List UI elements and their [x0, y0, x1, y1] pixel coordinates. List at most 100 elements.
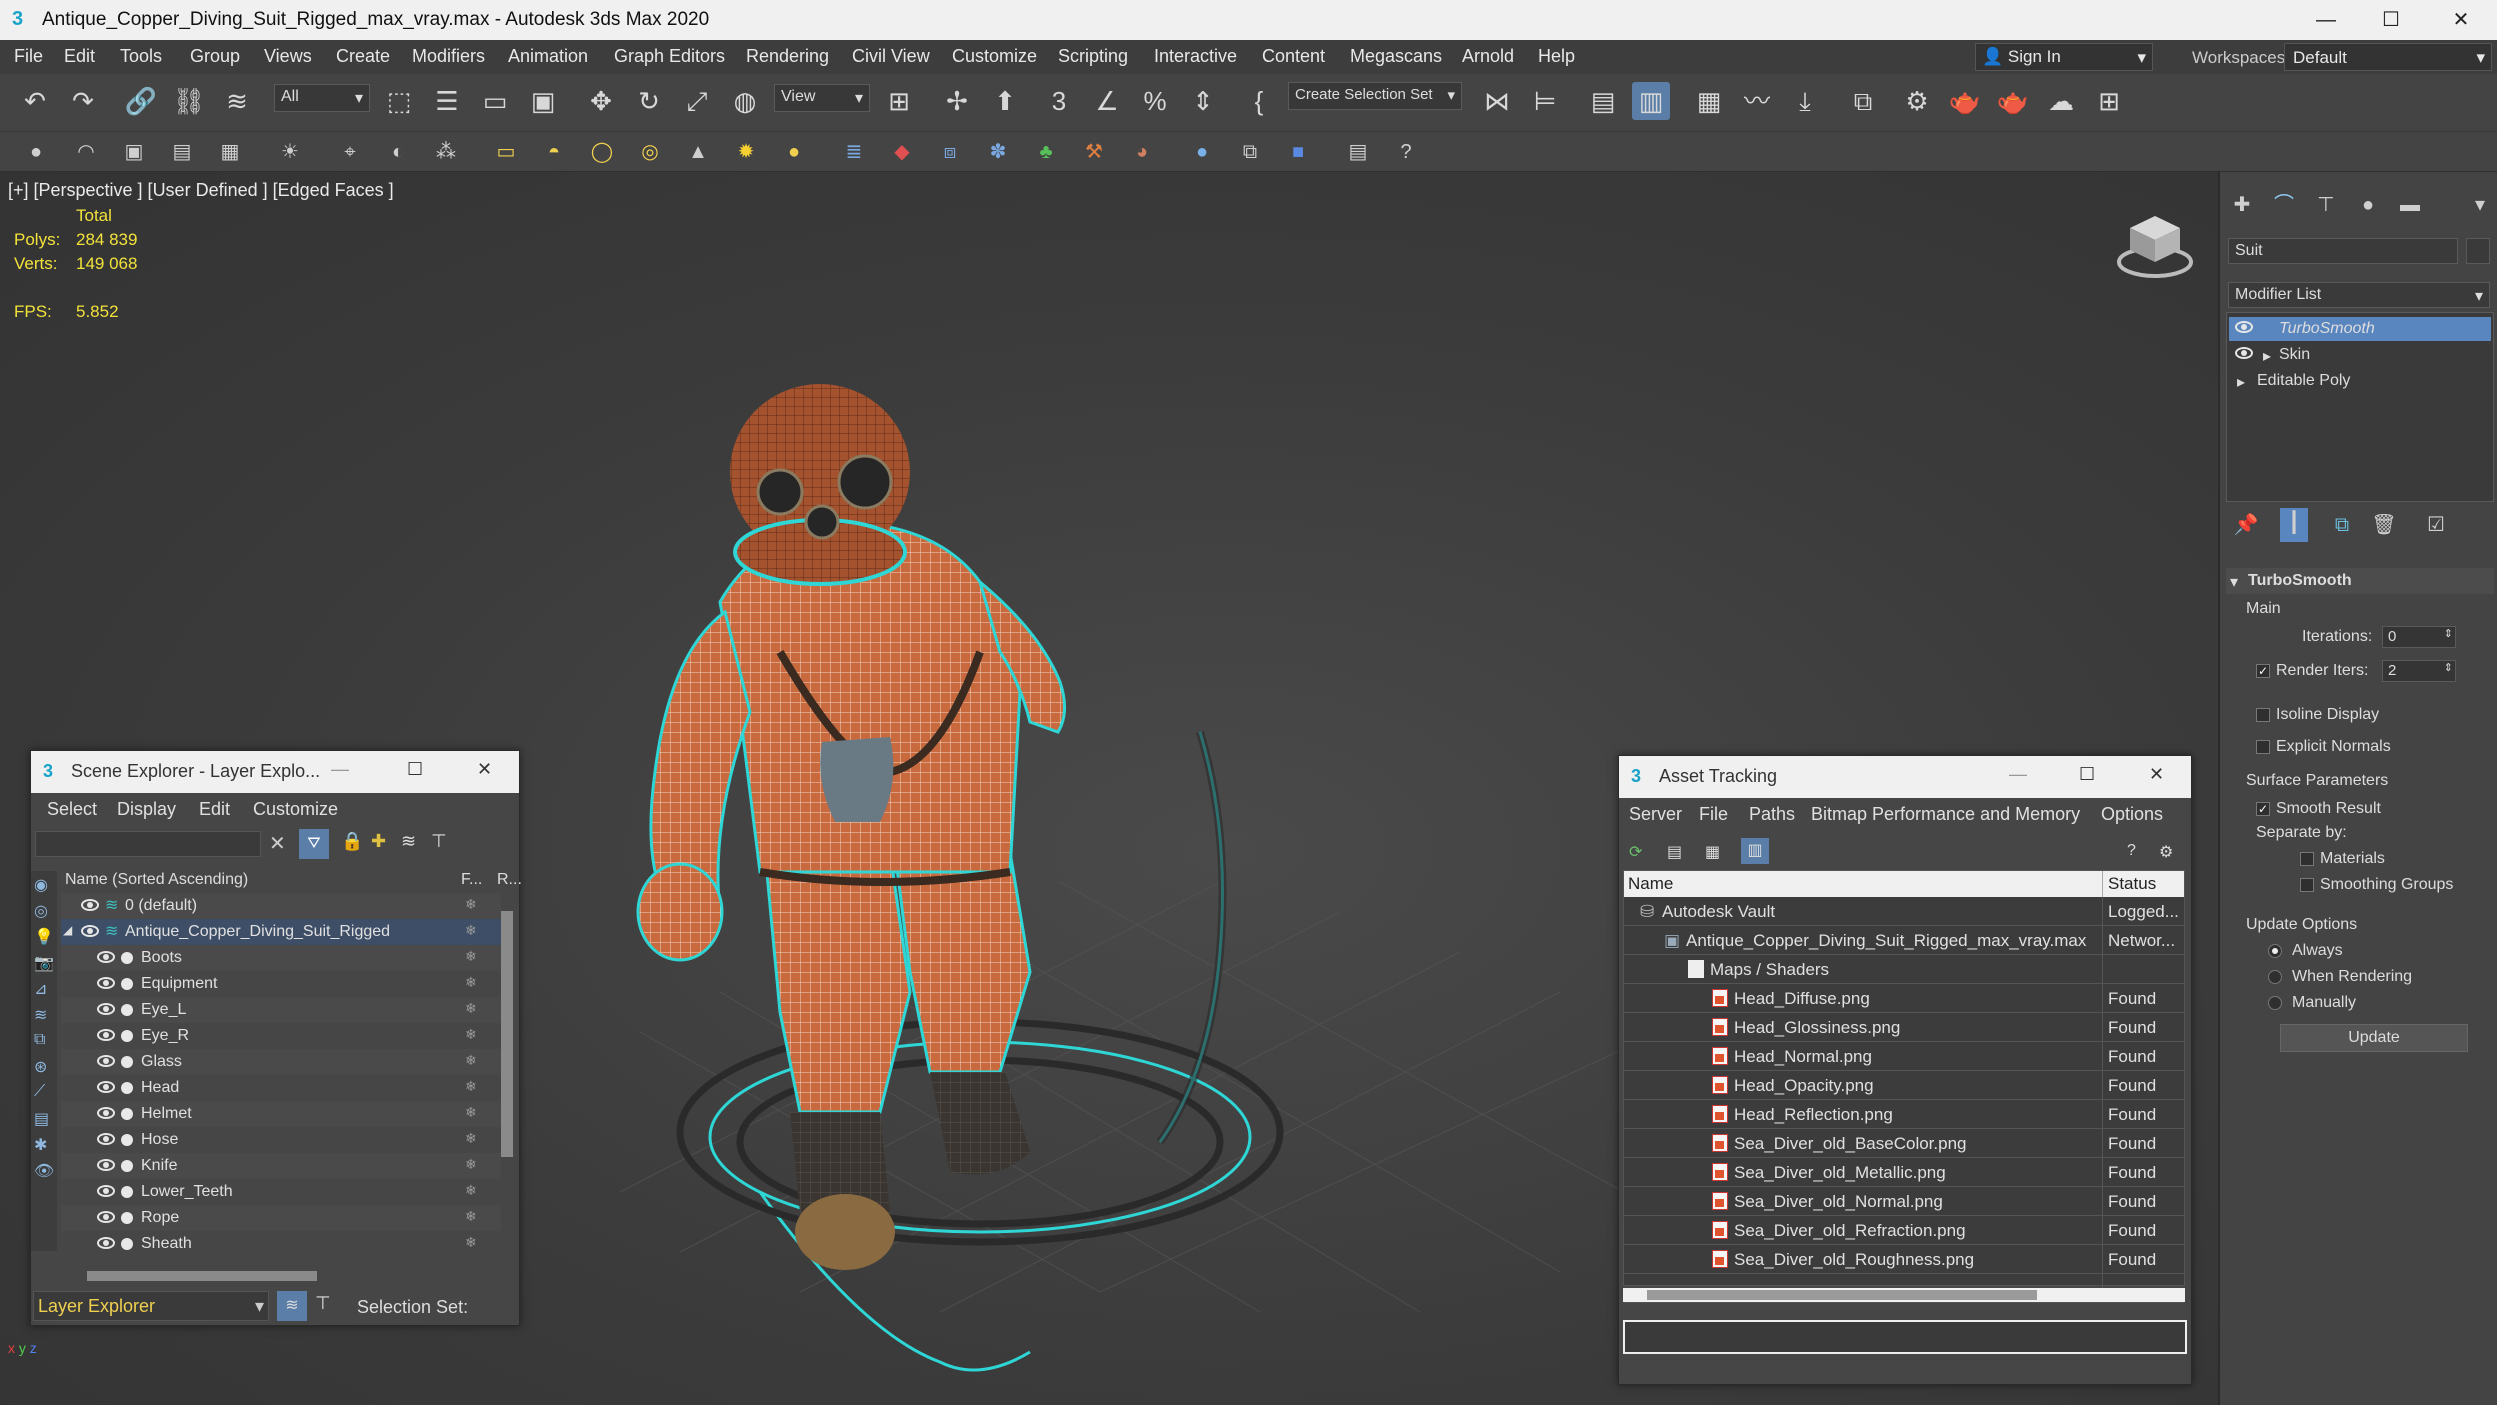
layer-tree-row[interactable]: Boots ❄ [61, 945, 501, 971]
menu-edit[interactable]: Edit [199, 799, 230, 820]
visibility-eye-icon[interactable] [97, 1211, 115, 1223]
cone-icon[interactable]: ▲ [684, 137, 712, 167]
sphere-shape-icon[interactable]: ◯ [588, 137, 616, 167]
select-object-icon[interactable]: ⬚ [380, 82, 418, 120]
visibility-eye-icon[interactable] [81, 899, 99, 911]
menu-help[interactable]: Help [1538, 46, 1575, 67]
freeze-toggle-icon[interactable]: ❄ [465, 1000, 477, 1017]
list-view-icon[interactable]: ▤ [1667, 842, 1682, 862]
modifier-list-dropdown[interactable]: Modifier List ▾ [2228, 282, 2490, 308]
menu-arnold[interactable]: Arnold [1462, 46, 1514, 67]
visibility-eye-icon[interactable] [97, 1003, 115, 1015]
close-button[interactable]: ✕ [477, 759, 492, 780]
configure-modifier-sets-icon[interactable]: ☑ [2422, 510, 2450, 540]
frame-buffer-icon[interactable]: ■ [1284, 137, 1312, 167]
column-name-header[interactable]: Name [1628, 874, 1673, 894]
menu-rendering[interactable]: Rendering [746, 46, 829, 67]
asset-row[interactable]: ⛁ Autodesk Vault Logged... [1624, 897, 2184, 926]
grid-icon[interactable]: ▦ [216, 137, 244, 167]
menu-group[interactable]: Group [190, 46, 240, 67]
layer-tree-row[interactable]: Head ❄ [61, 1075, 501, 1101]
menu-file[interactable]: File [1699, 804, 1728, 825]
freeze-toggle-icon[interactable]: ❄ [465, 1182, 477, 1199]
stack-item-editable-poly[interactable]: ▸ Editable Poly [2229, 369, 2491, 393]
visibility-eye-icon[interactable] [97, 1081, 115, 1093]
menu-file[interactable]: File [14, 46, 43, 67]
menu-server[interactable]: Server [1629, 804, 1682, 825]
scene-explorer-titlebar[interactable]: 3 Scene Explorer - Layer Explo... — ☐ ✕ [31, 751, 519, 793]
asset-path-field[interactable] [1623, 1320, 2187, 1354]
display-spacewarps-icon[interactable]: ≋ [34, 1005, 47, 1025]
teapot-icon[interactable]: ● [22, 137, 50, 167]
visibility-eye-icon[interactable] [97, 1107, 115, 1119]
maximize-button[interactable]: ☐ [2079, 764, 2095, 785]
toggle-scene-explorer-icon[interactable]: ▤ [1584, 82, 1622, 120]
turbosmooth-rollout-header[interactable]: ▾ TurboSmooth [2226, 568, 2494, 594]
display-frozen-icon[interactable]: ✱ [34, 1135, 47, 1155]
display-cameras-icon[interactable]: 📷 [34, 953, 54, 973]
minimize-button[interactable]: — [2295, 0, 2357, 40]
display-shapes-icon[interactable]: ◎ [34, 901, 48, 921]
show-end-result-icon[interactable]: ┃ [2280, 508, 2308, 542]
object-name-field[interactable]: Suit [2228, 238, 2458, 264]
freeze-toggle-icon[interactable]: ❄ [465, 896, 477, 913]
stack-item-turbosmooth[interactable]: TurboSmooth [2229, 317, 2491, 341]
display-lights-icon[interactable]: 💡 [34, 927, 54, 947]
render-to-texture-icon[interactable]: ⊞ [2090, 82, 2128, 120]
object-color-swatch[interactable] [2466, 238, 2490, 264]
foliage-icon[interactable]: ♣ [1032, 137, 1060, 167]
render-iters-checkbox[interactable]: ✓ [2256, 664, 2270, 678]
rect-selection-region-icon[interactable]: ▭ [476, 82, 514, 120]
explicit-normals-checkbox[interactable] [2256, 740, 2270, 754]
iterations-spinner[interactable]: 0 ⇕ [2382, 626, 2456, 648]
modify-tab-icon[interactable]: ⌒ [2270, 190, 2298, 220]
collapse-arrow-icon[interactable]: ◢ [63, 923, 72, 937]
asset-row[interactable]: ▭ Maps / Shaders [1624, 955, 2184, 984]
display-hidden-icon[interactable]: 👁 [34, 1161, 54, 1181]
pivot-center-icon[interactable]: ⊞ [880, 82, 918, 120]
menu-display[interactable]: Display [117, 799, 176, 820]
scale-icon[interactable]: ⤢ [678, 82, 716, 120]
spinner-arrows-icon[interactable]: ⇕ [2444, 661, 2453, 674]
select-by-name-icon[interactable]: ☰ [428, 82, 466, 120]
vertical-scrollbar[interactable] [501, 911, 513, 1157]
update-button[interactable]: Update [2280, 1024, 2468, 1052]
menu-paths[interactable]: Paths [1749, 804, 1795, 825]
update-when-rendering-radio[interactable] [2268, 970, 2282, 984]
refresh-icon[interactable]: ⟳ [1629, 842, 1642, 862]
materials-checkbox[interactable] [2300, 852, 2314, 866]
align-icon[interactable]: ⊨ [1526, 82, 1564, 120]
decal-icon[interactable]: ◕ [1128, 137, 1156, 167]
display-containers-icon[interactable]: ▤ [34, 1109, 49, 1129]
create-selection-set-dropdown[interactable]: Create Selection Set ▾ [1288, 82, 1462, 110]
display-groups-icon[interactable]: ⧉ [34, 1031, 45, 1049]
viewport-label[interactable]: [+] [Perspective ] [User Defined ] [Edge… [8, 180, 394, 201]
asset-row[interactable]: Sea_Diver_old_Roughness.png Found [1624, 1245, 2184, 1274]
pin-stack-icon[interactable]: 📌 [2232, 510, 2260, 540]
snaps-toggle-icon[interactable]: 3 [1040, 82, 1078, 120]
layer-tree-row[interactable]: Eye_R ❄ [61, 1023, 501, 1049]
display-geometry-icon[interactable]: ◉ [34, 875, 48, 895]
cloth-icon[interactable]: ◆ [888, 137, 916, 167]
spinner-arrows-icon[interactable]: ⇕ [2444, 627, 2453, 640]
layer-tree-row[interactable]: Helmet ❄ [61, 1101, 501, 1127]
freeze-toggle-icon[interactable]: ❄ [465, 1052, 477, 1069]
menu-views[interactable]: Views [264, 46, 312, 67]
add-layer-icon[interactable]: ✚ [371, 831, 386, 852]
asset-row[interactable]: Head_Opacity.png Found [1624, 1071, 2184, 1100]
layer-tree-row[interactable]: Rope ❄ [61, 1205, 501, 1231]
motion-tab-icon[interactable]: ● [2354, 190, 2382, 220]
visibility-eye-icon[interactable] [97, 1237, 115, 1249]
lock-icon[interactable]: 🔒 [341, 831, 363, 852]
help-icon[interactable]: ? [1392, 137, 1420, 167]
update-manually-radio[interactable] [2268, 996, 2282, 1010]
workspaces-dropdown[interactable]: Default ▾ [2284, 43, 2492, 71]
asset-row[interactable]: Sea_Diver_old_Metallic.png Found [1624, 1158, 2184, 1187]
horizontal-scrollbar[interactable] [1647, 1290, 2037, 1300]
freeze-toggle-icon[interactable]: ❄ [465, 974, 477, 991]
asset-row[interactable]: Head_Normal.png Found [1624, 1042, 2184, 1071]
menu-customize[interactable]: Customize [952, 46, 1037, 67]
asset-row[interactable]: Head_Diffuse.png Found [1624, 984, 2184, 1013]
hierarchy-tab-icon[interactable]: ⊤ [2312, 190, 2340, 220]
menu-select[interactable]: Select [47, 799, 97, 820]
